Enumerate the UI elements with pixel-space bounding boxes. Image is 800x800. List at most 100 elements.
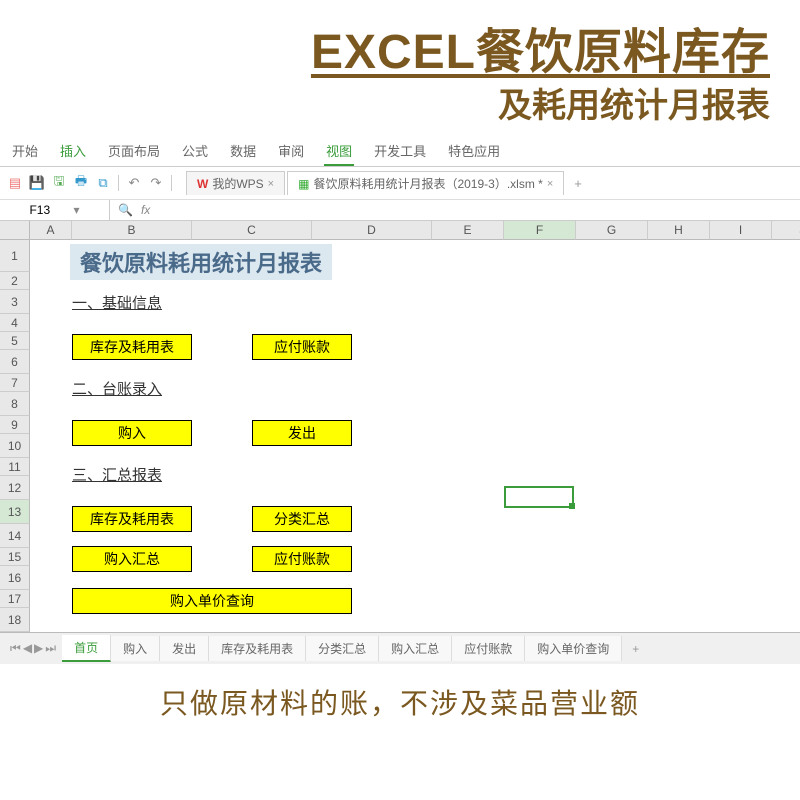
- doc-tab-wps[interactable]: W 我的WPS ×: [186, 171, 285, 195]
- col-header[interactable]: H: [648, 221, 710, 240]
- btn-price-query[interactable]: 购入单价查询: [72, 588, 352, 614]
- tab-special[interactable]: 特色应用: [446, 137, 502, 166]
- row-header[interactable]: 10: [0, 434, 30, 458]
- doc-tab-file-label: 餐饮原料耗用统计月报表（2019-3）.xlsm *: [313, 175, 542, 192]
- close-icon[interactable]: ×: [268, 178, 274, 190]
- row-header[interactable]: 16: [0, 566, 30, 590]
- saveas-icon[interactable]: 🖫: [50, 174, 68, 192]
- new-icon[interactable]: ▤: [6, 174, 24, 192]
- doc-tab-wps-label: 我的WPS: [212, 175, 263, 192]
- col-header[interactable]: E: [432, 221, 504, 240]
- row-header[interactable]: 5: [0, 332, 30, 350]
- select-all-corner[interactable]: [0, 221, 30, 240]
- sheet-tab-inventory[interactable]: 库存及耗用表: [209, 636, 306, 661]
- row-header[interactable]: 13: [0, 500, 30, 524]
- tab-review[interactable]: 审阅: [276, 137, 306, 166]
- col-header[interactable]: J: [772, 221, 800, 240]
- tab-start[interactable]: 开始: [10, 137, 40, 166]
- row-header[interactable]: 9: [0, 416, 30, 434]
- row-header[interactable]: 7: [0, 374, 30, 392]
- section-2-title: 二、台账录入: [72, 378, 162, 399]
- col-header[interactable]: G: [576, 221, 648, 240]
- prev-sheet-icon[interactable]: ◀: [23, 641, 32, 656]
- sheet-tab-category[interactable]: 分类汇总: [306, 636, 379, 661]
- next-sheet-icon[interactable]: ▶: [34, 641, 43, 656]
- row-header[interactable]: 18: [0, 608, 30, 632]
- row-header[interactable]: 3: [0, 290, 30, 314]
- active-cell[interactable]: [504, 486, 574, 508]
- add-tab-icon[interactable]: +: [566, 174, 590, 193]
- name-box[interactable]: F13 ▾: [0, 200, 110, 220]
- btn-category-sum[interactable]: 分类汇总: [252, 506, 352, 532]
- tab-view[interactable]: 视图: [324, 137, 354, 166]
- row-header[interactable]: 12: [0, 476, 30, 500]
- sheet-nav: ⏮ ◀ ▶ ⏭: [4, 641, 62, 656]
- tab-data[interactable]: 数据: [228, 137, 258, 166]
- col-header[interactable]: D: [312, 221, 432, 240]
- sheet-tab-home[interactable]: 首页: [62, 635, 111, 662]
- col-header[interactable]: C: [192, 221, 312, 240]
- row-header[interactable]: 4: [0, 314, 30, 332]
- fx-area[interactable]: 🔍 fx: [110, 203, 800, 217]
- quick-toolbar: ▤ 💾 🖫 🖶 ⧉ ↶ ↷ W 我的WPS × ▦ 餐饮原料耗用统计月报表（20…: [0, 167, 800, 200]
- fill-handle[interactable]: [569, 503, 575, 509]
- undo-icon[interactable]: ↶: [125, 174, 143, 192]
- sheet-tab-purchase-sum[interactable]: 购入汇总: [379, 636, 452, 661]
- row-header[interactable]: 14: [0, 524, 30, 548]
- tab-insert[interactable]: 插入: [58, 137, 88, 166]
- last-sheet-icon[interactable]: ⏭: [45, 641, 56, 656]
- tab-dev[interactable]: 开发工具: [372, 137, 428, 166]
- document-tabs: W 我的WPS × ▦ 餐饮原料耗用统计月报表（2019-3）.xlsm * ×…: [186, 171, 590, 195]
- btn-inventory-consume-2[interactable]: 库存及耗用表: [72, 506, 192, 532]
- chevron-down-icon[interactable]: ▾: [74, 203, 80, 217]
- add-sheet-icon[interactable]: +: [622, 638, 649, 660]
- row-header[interactable]: 6: [0, 350, 30, 374]
- row-header[interactable]: 15: [0, 548, 30, 566]
- col-headers: A B C D E F G H I J: [30, 221, 800, 240]
- sheet-tab-purchase[interactable]: 购入: [111, 636, 160, 661]
- first-sheet-icon[interactable]: ⏮: [10, 641, 21, 656]
- wps-icon: W: [197, 177, 208, 191]
- banner-title: EXCEL餐饮原料库存: [0, 12, 800, 82]
- banner-subtitle: 及耗用统计月报表: [0, 78, 800, 127]
- formula-bar: F13 ▾ 🔍 fx: [0, 200, 800, 221]
- excel-icon: ▦: [298, 177, 309, 191]
- btn-purchase[interactable]: 购入: [72, 420, 192, 446]
- row-header[interactable]: 17: [0, 590, 30, 608]
- row-headers: 1 2 3 4 5 6 7 8 9 10 11 12 13 14 15 16 1…: [0, 240, 30, 632]
- fx-icon[interactable]: fx: [141, 203, 150, 217]
- sheet-tab-price-query[interactable]: 购入单价查询: [525, 636, 622, 661]
- tab-layout[interactable]: 页面布局: [106, 137, 162, 166]
- preview-icon[interactable]: ⧉: [94, 174, 112, 192]
- sheet-tab-payable[interactable]: 应付账款: [452, 636, 525, 661]
- row-header[interactable]: 1: [0, 240, 30, 272]
- row-header[interactable]: 8: [0, 392, 30, 416]
- row-header[interactable]: 2: [0, 272, 30, 290]
- btn-inventory-consume[interactable]: 库存及耗用表: [72, 334, 192, 360]
- doc-tab-file[interactable]: ▦ 餐饮原料耗用统计月报表（2019-3）.xlsm * ×: [287, 171, 564, 195]
- cell-area[interactable]: 餐饮原料耗用统计月报表 一、基础信息 库存及耗用表 应付账款 二、台账录入 购入…: [30, 240, 800, 632]
- btn-payable[interactable]: 应付账款: [252, 334, 352, 360]
- btn-payable-2[interactable]: 应付账款: [252, 546, 352, 572]
- section-1-title: 一、基础信息: [72, 292, 162, 313]
- save-icon[interactable]: 💾: [28, 174, 46, 192]
- section-3-title: 三、汇总报表: [72, 464, 162, 485]
- name-box-value: F13: [29, 203, 50, 217]
- col-header[interactable]: I: [710, 221, 772, 240]
- redo-icon[interactable]: ↷: [147, 174, 165, 192]
- spreadsheet-grid: 1 2 3 4 5 6 7 8 9 10 11 12 13 14 15 16 1…: [0, 221, 800, 632]
- row-header[interactable]: 11: [0, 458, 30, 476]
- col-header[interactable]: A: [30, 221, 72, 240]
- print-icon[interactable]: 🖶: [72, 174, 90, 192]
- search-icon[interactable]: 🔍: [118, 203, 133, 217]
- btn-issue[interactable]: 发出: [252, 420, 352, 446]
- sheet-title: 餐饮原料耗用统计月报表: [70, 244, 332, 280]
- tab-formula[interactable]: 公式: [180, 137, 210, 166]
- sheet-tab-issue[interactable]: 发出: [160, 636, 209, 661]
- close-icon[interactable]: ×: [547, 178, 553, 190]
- btn-purchase-sum[interactable]: 购入汇总: [72, 546, 192, 572]
- ribbon-tabs: 开始 插入 页面布局 公式 数据 审阅 视图 开发工具 特色应用: [0, 131, 800, 167]
- sheet-tab-bar: ⏮ ◀ ▶ ⏭ 首页 购入 发出 库存及耗用表 分类汇总 购入汇总 应付账款 购…: [0, 632, 800, 664]
- col-header[interactable]: B: [72, 221, 192, 240]
- col-header[interactable]: F: [504, 221, 576, 240]
